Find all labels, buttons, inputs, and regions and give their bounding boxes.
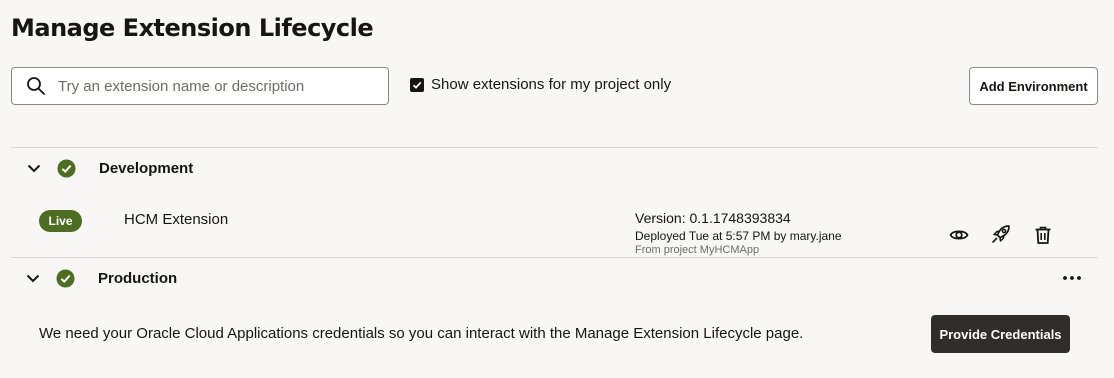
development-expand-toggle[interactable] (26, 160, 42, 181)
more-actions-button[interactable] (1060, 266, 1084, 290)
deployment-info: Deployed Tue at 5:57 PM by mary.jane (635, 229, 842, 243)
credentials-message: We need your Oracle Cloud Applications c… (39, 325, 804, 342)
rocket-icon (992, 225, 1010, 243)
more-icon (1063, 276, 1081, 280)
trash-icon (1035, 226, 1051, 244)
search-icon (27, 77, 45, 95)
divider (11, 257, 1098, 258)
check-circle-icon (56, 269, 75, 288)
project-filter-checkbox[interactable] (410, 77, 424, 92)
chevron-down-icon (26, 274, 40, 283)
project-filter-label: Show extensions for my project only (431, 76, 672, 93)
divider (11, 147, 1098, 148)
status-badge: Live (39, 210, 82, 232)
checkmark-icon (412, 81, 422, 89)
project-source: From project MyHCMApp (635, 244, 760, 256)
project-filter[interactable]: Show extensions for my project only (410, 76, 671, 93)
view-button[interactable] (947, 223, 971, 247)
deploy-button[interactable] (989, 222, 1013, 246)
search-input[interactable] (58, 77, 368, 95)
page-title: Manage Extension Lifecycle (11, 14, 374, 42)
extension-version: Version: 0.1.1748393834 (635, 210, 791, 226)
environment-name: Development (99, 160, 194, 177)
eye-icon (949, 230, 969, 240)
production-expand-toggle[interactable] (25, 270, 41, 291)
search-box[interactable] (11, 67, 389, 105)
add-environment-button[interactable]: Add Environment (969, 67, 1098, 105)
delete-button[interactable] (1031, 223, 1055, 247)
check-circle-icon (57, 159, 76, 178)
provide-credentials-button[interactable]: Provide Credentials (931, 315, 1070, 353)
extension-name[interactable]: HCM Extension (124, 211, 228, 228)
chevron-down-icon (27, 164, 41, 173)
environment-name: Production (98, 270, 178, 287)
